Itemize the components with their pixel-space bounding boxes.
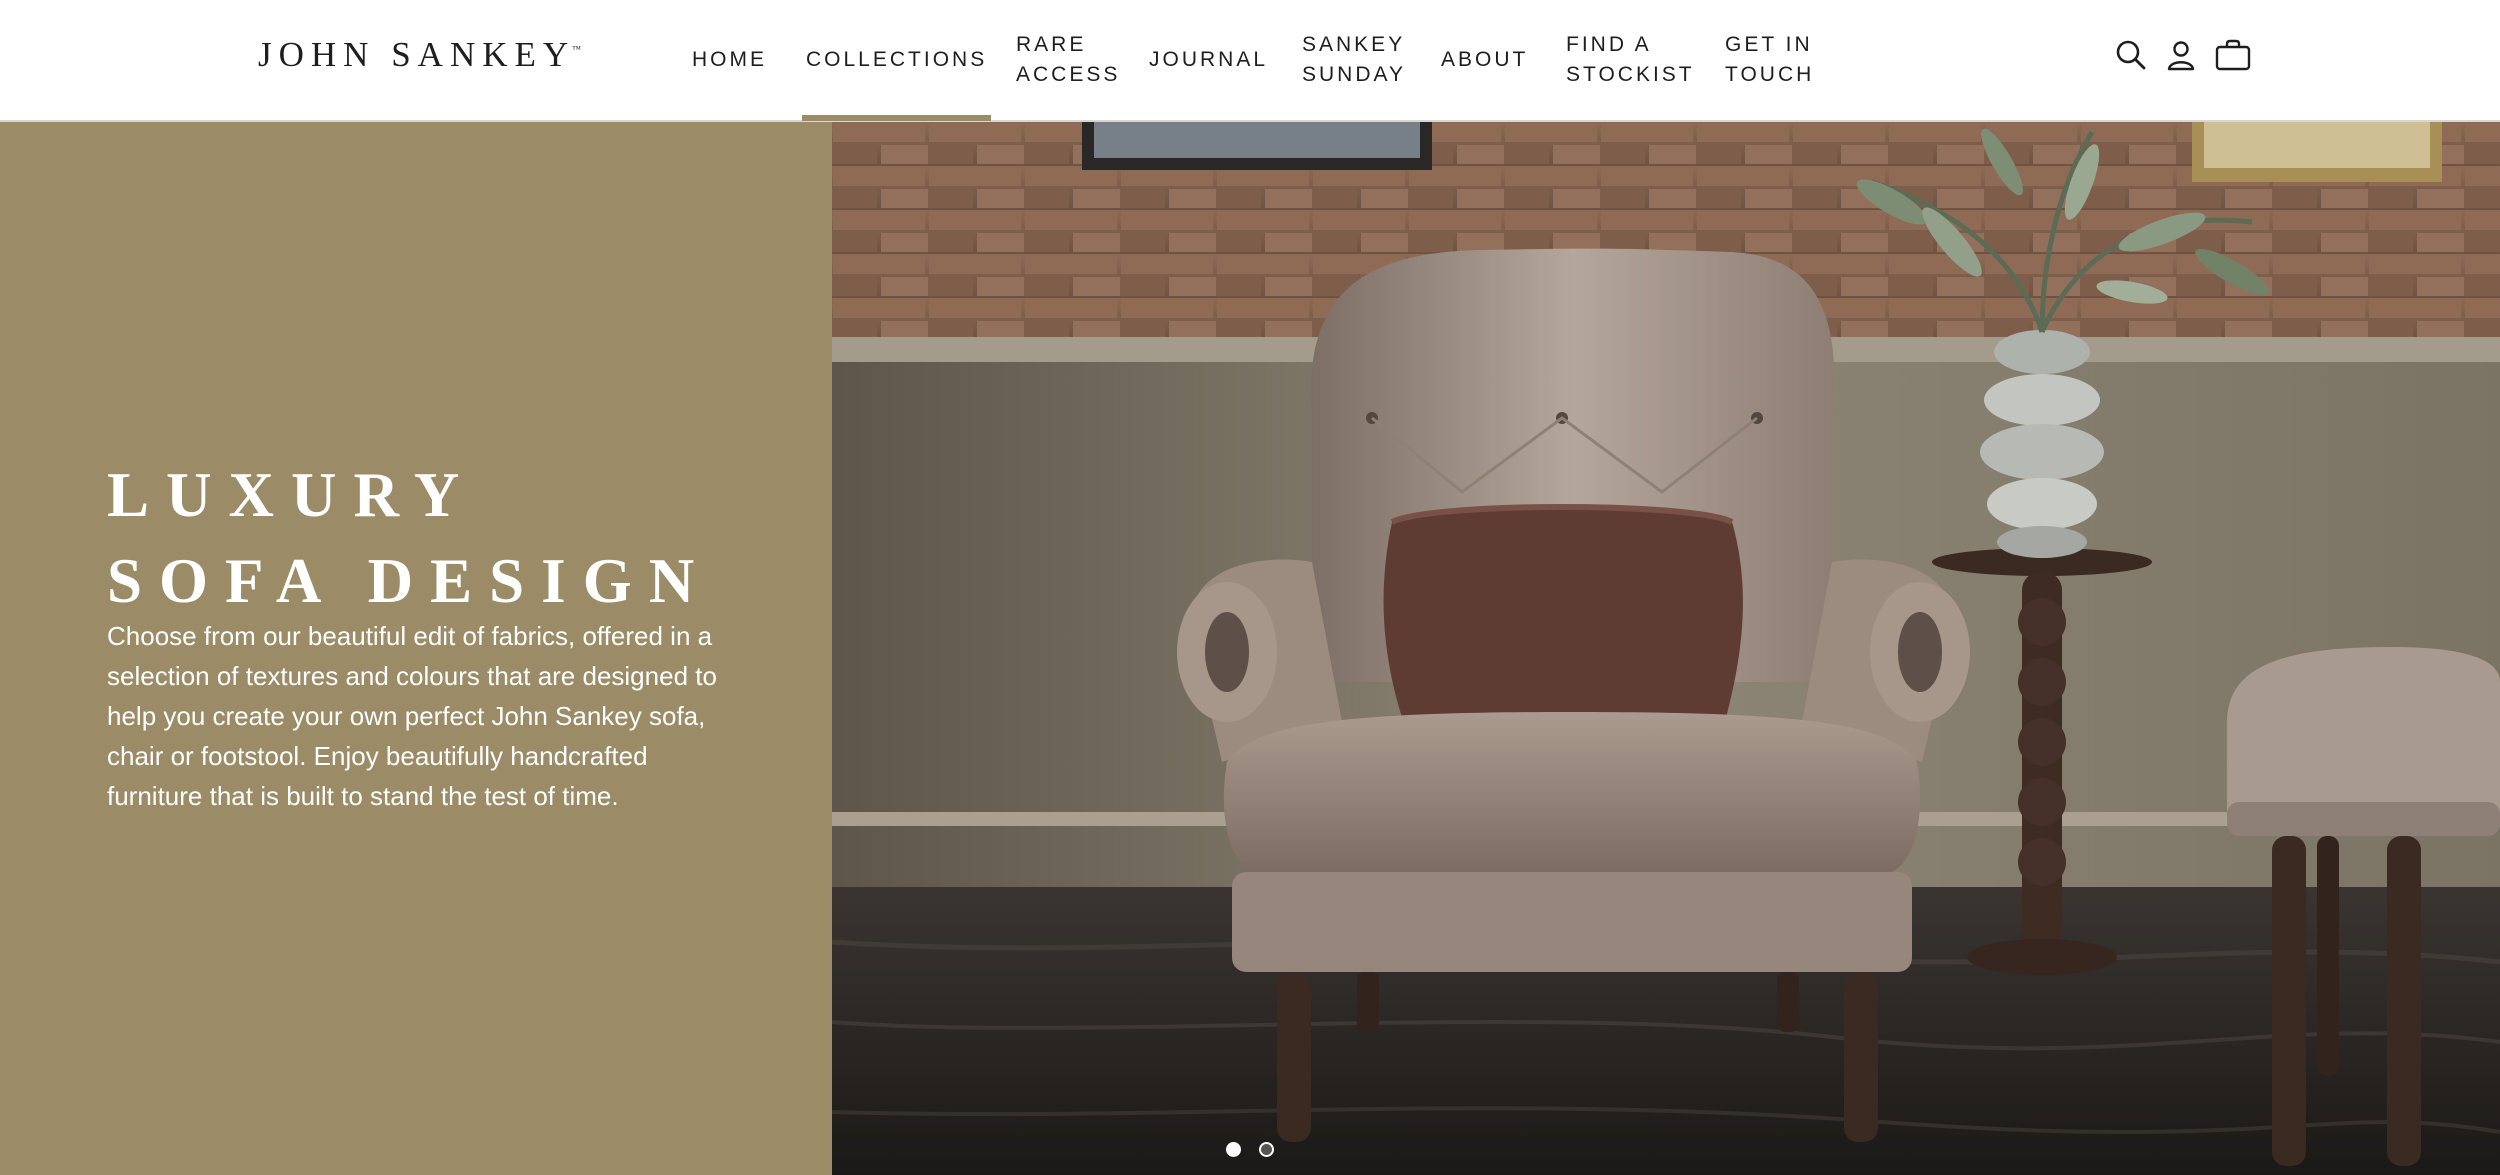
hero-title: LUXURY SOFA DESIGN (107, 452, 807, 624)
carousel-dot-2[interactable] (1259, 1142, 1274, 1157)
hero-title-line: SOFA DESIGN (107, 546, 712, 616)
hero-armchair-photo (832, 122, 2500, 1175)
nav-label: COLLECTIONS (806, 48, 988, 71)
nav-item-journal[interactable]: JOURNAL (1149, 0, 1268, 120)
nav-label: JOURNAL (1149, 48, 1269, 71)
carousel-dot-1[interactable] (1226, 1142, 1241, 1157)
site-header: JOHN SANKEY™ HOME COLLECTIONS RARE ACCES… (0, 0, 2500, 122)
nav-item-rare-access[interactable]: RARE ACCESS (1016, 0, 1120, 120)
hero-banner: LUXURY SOFA DESIGN Choose from our beaut… (0, 122, 2500, 1175)
nav-item-home[interactable]: HOME (692, 0, 767, 120)
hero-description: Choose from our beautiful edit of fabric… (107, 621, 717, 811)
nav-item-about[interactable]: ABOUT (1441, 0, 1528, 120)
nav-item-sankey-sunday[interactable]: SANKEY SUNDAY (1302, 0, 1406, 120)
trademark-symbol: ™ (572, 44, 581, 54)
bag-icon[interactable] (2214, 38, 2252, 72)
nav-item-get-in-touch[interactable]: GET IN TOUCH (1725, 0, 1814, 120)
nav-label: GET IN TOUCH (1725, 33, 1815, 86)
nav-label: HOME (692, 48, 767, 71)
hero-title-line: LUXURY (107, 460, 477, 530)
nav-label: FIND A STOCKIST (1566, 33, 1695, 86)
nav-item-collections[interactable]: COLLECTIONS (801, 0, 992, 121)
nav-item-find-a-stockist[interactable]: FIND A STOCKIST (1566, 0, 1695, 120)
nav-label: ABOUT (1441, 48, 1529, 71)
nav-label: RARE ACCESS (1016, 33, 1121, 86)
brand-name: JOHN SANKEY (258, 35, 576, 74)
account-icon[interactable] (2164, 38, 2198, 72)
brand-logo[interactable]: JOHN SANKEY™ (258, 30, 584, 80)
search-icon[interactable] (2114, 38, 2148, 72)
nav-label: SANKEY SUNDAY (1302, 33, 1406, 86)
hero-text-panel: LUXURY SOFA DESIGN Choose from our beaut… (0, 122, 832, 1175)
